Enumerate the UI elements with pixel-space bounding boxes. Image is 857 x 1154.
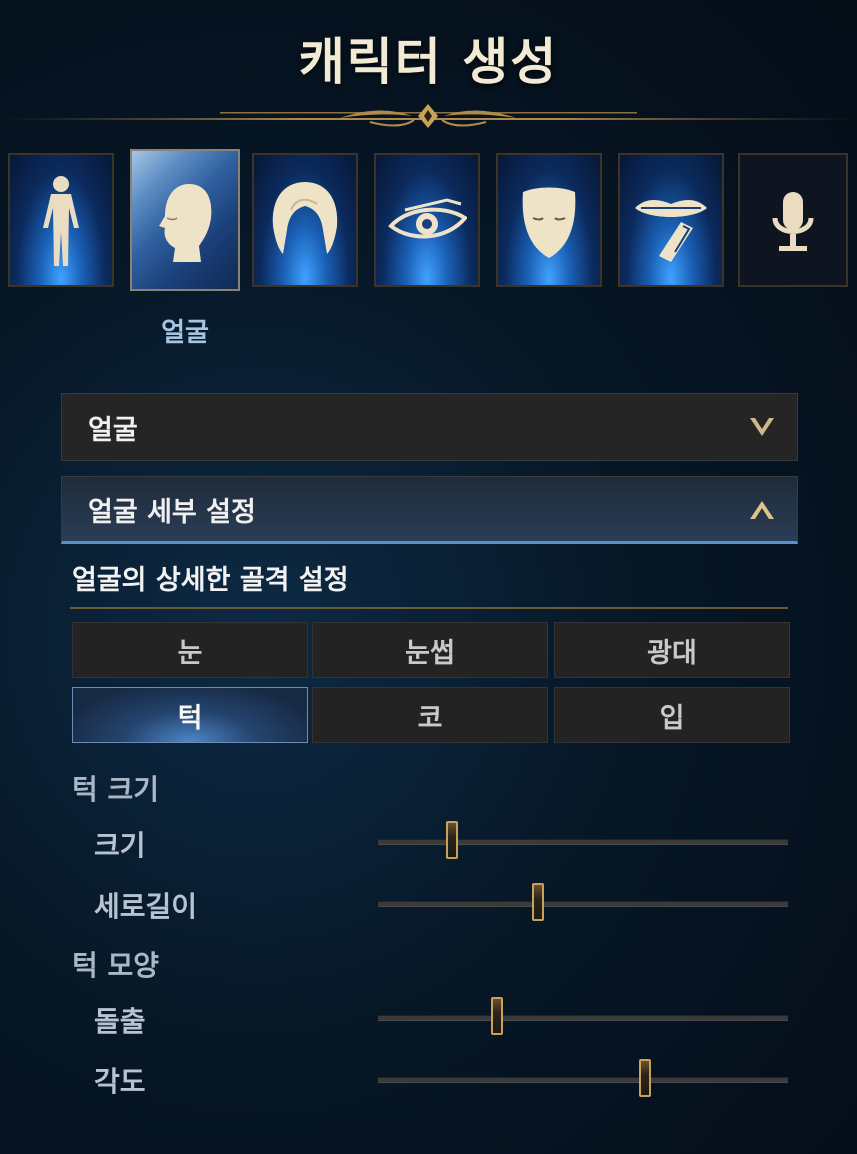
- part-button-nose[interactable]: 코: [312, 687, 548, 743]
- mask-icon: [522, 187, 576, 258]
- slider-thumb[interactable]: [531, 883, 544, 921]
- section-divider: [70, 607, 788, 609]
- group-title-chin-shape: 턱 모양: [72, 949, 160, 982]
- tab-face[interactable]: [130, 149, 240, 291]
- slider-thumb[interactable]: [490, 997, 503, 1035]
- accordion-face[interactable]: 얼굴: [61, 393, 798, 461]
- tab-makeup[interactable]: [618, 153, 724, 287]
- accordion-face-detail[interactable]: 얼굴 세부 설정: [61, 476, 798, 544]
- tab-hair[interactable]: [252, 153, 358, 287]
- slider-label-vertical-length: 세로길이: [94, 890, 198, 923]
- tab-body[interactable]: [8, 153, 114, 287]
- part-button-eyebrows[interactable]: 눈썹: [312, 622, 548, 678]
- tab-voice[interactable]: [738, 153, 848, 287]
- part-button-chin[interactable]: 턱: [72, 687, 308, 743]
- slider-thumb[interactable]: [445, 821, 458, 859]
- slider-label-angle: 각도: [94, 1065, 146, 1098]
- part-button-eyes[interactable]: 눈: [72, 622, 308, 678]
- chevron-down-icon: [750, 418, 774, 436]
- slider-size[interactable]: [378, 821, 788, 859]
- hair-icon: [272, 182, 338, 254]
- page-title: 캐릭터 생성: [298, 32, 559, 91]
- section-description: 얼굴의 상세한 골격 설정: [72, 565, 349, 596]
- accordion-face-label: 얼굴: [88, 414, 138, 446]
- face-icon: [159, 184, 212, 262]
- slider-angle[interactable]: [378, 1059, 788, 1097]
- chevron-up-icon: [750, 501, 774, 519]
- group-title-chin-size: 턱 크기: [72, 773, 160, 806]
- body-icon: [43, 176, 79, 266]
- tab-skin[interactable]: [496, 153, 602, 287]
- selected-tab-label: 얼굴: [161, 318, 209, 348]
- slider-thumb[interactable]: [638, 1059, 651, 1097]
- tab-eyes[interactable]: [374, 153, 480, 287]
- slider-label-size: 크기: [94, 829, 146, 862]
- slider-vertical-length[interactable]: [378, 883, 788, 921]
- part-button-cheekbones[interactable]: 광대: [554, 622, 790, 678]
- slider-label-protrusion: 돌출: [94, 1005, 146, 1038]
- eye-icon: [388, 198, 467, 239]
- part-button-mouth[interactable]: 입: [554, 687, 790, 743]
- microphone-icon: [772, 192, 814, 251]
- lips-icon: [635, 200, 707, 262]
- slider-protrusion[interactable]: [378, 997, 788, 1035]
- accordion-face-detail-label: 얼굴 세부 설정: [88, 496, 256, 528]
- title-ornament: [0, 104, 857, 128]
